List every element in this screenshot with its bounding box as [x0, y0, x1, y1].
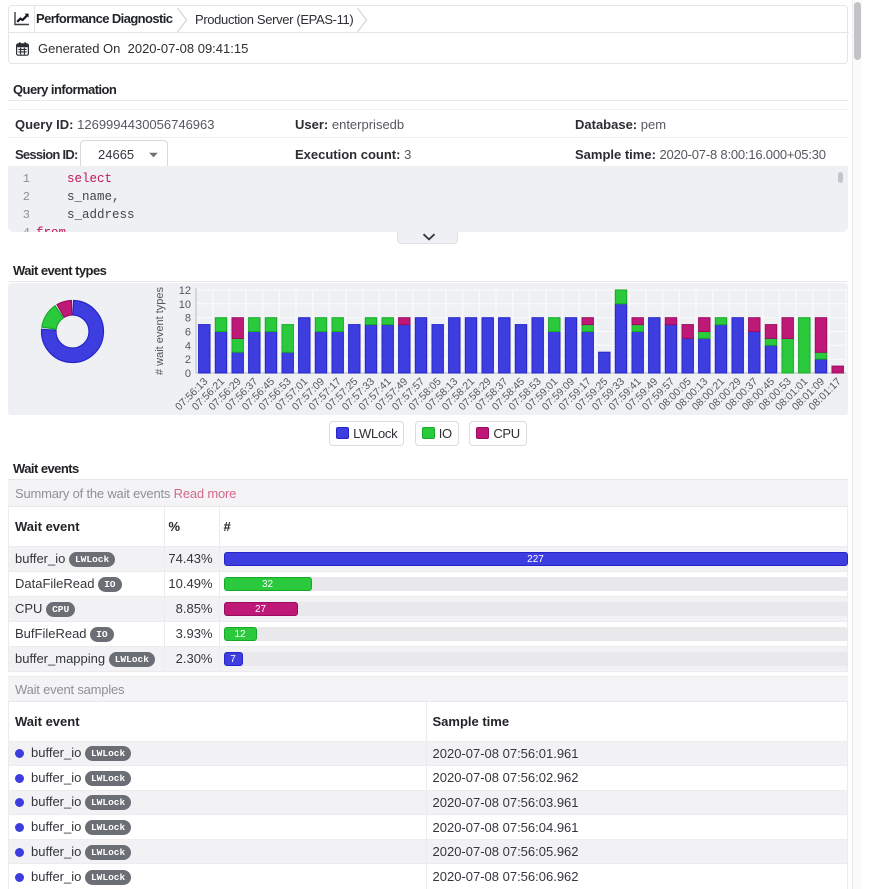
svg-text:4: 4	[185, 340, 191, 352]
svg-text:0: 0	[185, 368, 191, 380]
svg-text:6: 6	[185, 327, 191, 339]
svg-text:12: 12	[179, 285, 191, 297]
svg-text:2: 2	[185, 354, 191, 366]
svg-text:10: 10	[179, 299, 191, 311]
svg-text:8: 8	[185, 313, 191, 325]
svg-text:# wait event types: # wait event types	[154, 286, 166, 375]
